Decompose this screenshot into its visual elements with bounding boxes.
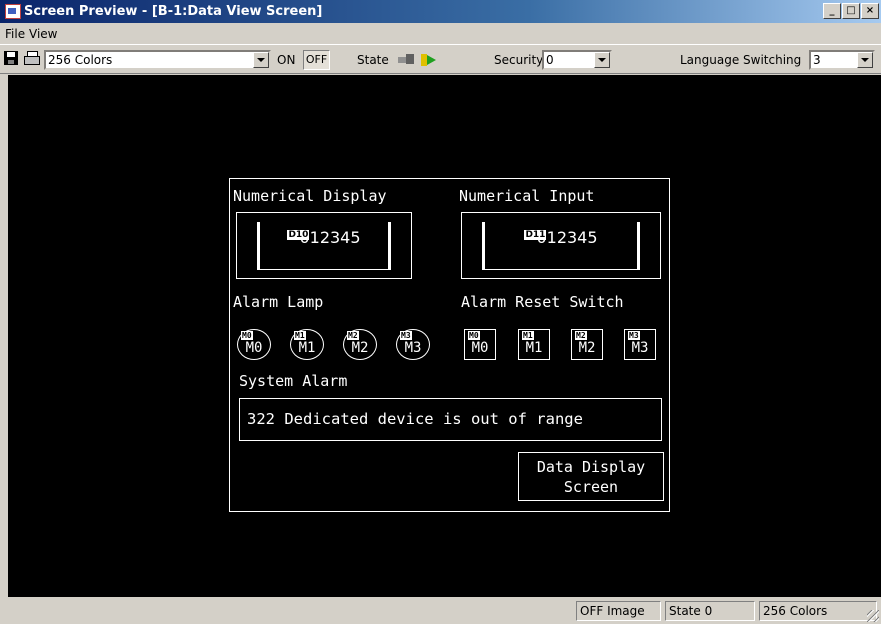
reset-switch-m3[interactable]: M3 M3 <box>624 329 656 360</box>
title-bar: Screen Preview - [B-1:Data View Screen] … <box>0 0 881 23</box>
language-switching-label: Language Switching <box>680 53 802 67</box>
plug-icon <box>398 54 414 64</box>
toolbar: 256 Colors ON OFF State Security 0 Langu… <box>0 44 881 74</box>
maximize-button[interactable]: □ <box>842 3 860 19</box>
numerical-input-label: Numerical Input <box>459 187 595 205</box>
minimize-button[interactable]: _ <box>823 3 841 19</box>
resize-grip-icon[interactable] <box>867 610 879 622</box>
alarm-lamp-m2: M2 M2 <box>343 329 377 360</box>
system-alarm-display: 322 Dedicated device is out of range <box>239 398 662 441</box>
arrow-right-icon <box>421 52 437 66</box>
chevron-down-icon[interactable] <box>857 52 873 68</box>
state-label: State <box>357 53 389 67</box>
data-view-panel: Numerical Display Numerical Input D10012… <box>229 178 670 512</box>
language-select[interactable]: 3 <box>809 50 875 70</box>
alarm-reset-switch-label: Alarm Reset Switch <box>461 293 624 311</box>
alarm-lamp-m3: M3 M3 <box>396 329 430 360</box>
system-alarm-label: System Alarm <box>239 372 348 390</box>
colors-select[interactable]: 256 Colors <box>44 50 271 70</box>
device-tag: D11 <box>524 230 547 240</box>
device-tag: D10 <box>287 230 310 240</box>
numerical-display-label: Numerical Display <box>233 187 387 205</box>
window-title: Screen Preview - [B-1:Data View Screen] <box>24 4 323 19</box>
preview-screen: Numerical Display Numerical Input D10012… <box>8 75 881 597</box>
save-icon[interactable] <box>4 51 18 65</box>
status-image: OFF Image <box>576 601 661 621</box>
menu-bar: File View <box>0 23 881 44</box>
off-toggle[interactable]: OFF <box>303 50 330 70</box>
numerical-input[interactable]: D11012345 <box>461 212 661 279</box>
security-select-value: 0 <box>546 53 554 67</box>
close-button[interactable]: × <box>861 3 879 19</box>
colors-select-value: 256 Colors <box>48 53 113 67</box>
chevron-down-icon[interactable] <box>594 52 610 68</box>
security-label: Security <box>494 53 544 67</box>
system-alarm-message: 322 Dedicated device is out of range <box>247 410 583 428</box>
status-bar: OFF Image State 0 256 Colors <box>0 598 881 624</box>
window-controls: _ □ × <box>822 3 879 20</box>
reset-switch-m1[interactable]: M1 M1 <box>518 329 550 360</box>
reset-switch-m0[interactable]: M0 M0 <box>464 329 496 360</box>
print-icon[interactable] <box>24 51 40 65</box>
menu-file[interactable]: File <box>5 27 25 41</box>
status-state: State 0 <box>665 601 755 621</box>
reset-switch-m2[interactable]: M2 M2 <box>571 329 603 360</box>
alarm-lamp-label: Alarm Lamp <box>233 293 324 311</box>
on-label[interactable]: ON <box>277 53 295 67</box>
data-display-screen-button[interactable]: Data Display Screen <box>518 452 664 501</box>
numerical-display: D10012345 <box>236 212 412 279</box>
menu-view[interactable]: View <box>29 27 57 41</box>
screen-preview-icon <box>5 4 21 19</box>
alarm-lamp-m1: M1 M1 <box>290 329 324 360</box>
alarm-lamp-m0: M0 M0 <box>237 329 271 360</box>
chevron-down-icon[interactable] <box>253 52 269 68</box>
language-select-value: 3 <box>813 53 821 67</box>
status-colors: 256 Colors <box>759 601 877 621</box>
security-select[interactable]: 0 <box>542 50 612 70</box>
